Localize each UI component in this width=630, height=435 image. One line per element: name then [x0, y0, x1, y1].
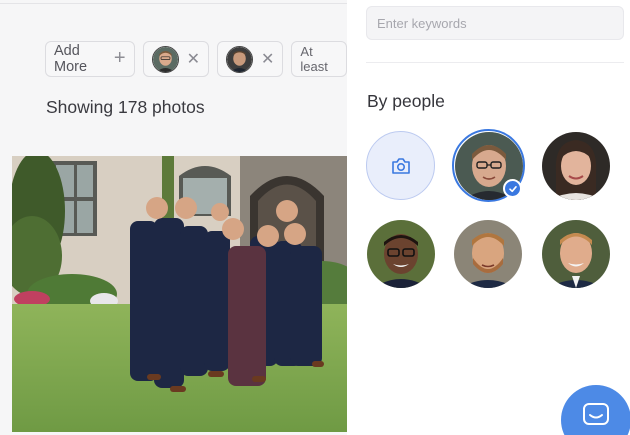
person-filter-chip[interactable]: ✕	[142, 41, 209, 77]
results-pane: Add More + ✕ ✕ At least Showing 178 phot…	[0, 0, 347, 435]
person-avatar[interactable]	[454, 220, 522, 288]
chat-button[interactable]	[561, 385, 630, 435]
person-avatar[interactable]	[542, 220, 610, 288]
filter-chips: Add More + ✕ ✕ At least	[45, 41, 347, 77]
header-divider	[0, 0, 347, 4]
plus-icon: +	[113, 47, 126, 69]
photo-count-filter-chip[interactable]: At least	[291, 41, 347, 77]
avatar	[151, 45, 179, 73]
checkmark-icon	[503, 179, 522, 198]
person-avatar[interactable]	[542, 132, 610, 200]
camera-icon	[391, 157, 410, 174]
results-count: Showing 178 photos	[46, 97, 205, 117]
add-more-label: Add More	[54, 43, 88, 75]
person-filter-chip[interactable]: ✕	[217, 41, 284, 77]
search-input[interactable]	[366, 6, 624, 40]
search-by-face-button[interactable]	[366, 131, 435, 200]
add-more-button[interactable]: Add More +	[45, 41, 135, 77]
panel-divider	[366, 62, 624, 63]
by-people-heading: By people	[367, 91, 445, 111]
remove-filter-icon[interactable]: ✕	[261, 49, 274, 69]
remove-filter-icon[interactable]: ✕	[187, 49, 200, 69]
person-avatar[interactable]	[367, 220, 435, 288]
search-panel: By people	[347, 0, 630, 435]
group-photo[interactable]	[12, 156, 347, 432]
avatar	[226, 45, 253, 73]
chat-icon	[583, 403, 609, 425]
filter-chip-label: At least	[300, 44, 328, 74]
